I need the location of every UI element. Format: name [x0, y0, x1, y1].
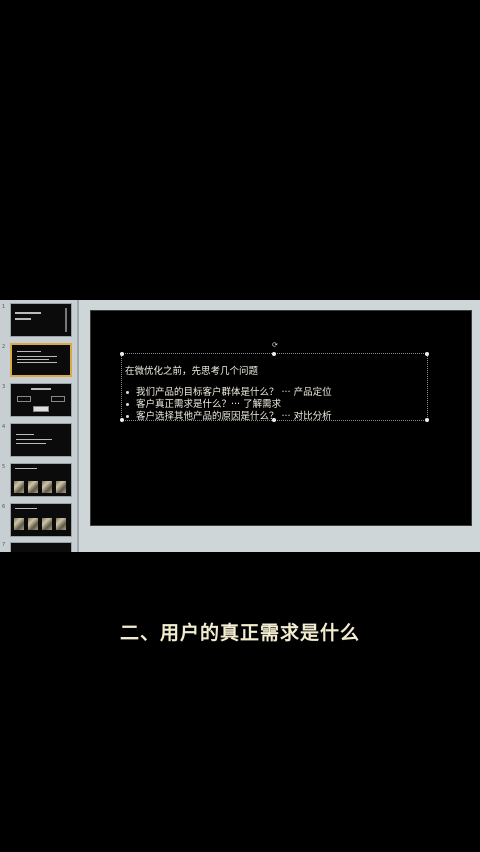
thumbnail-text-line: [15, 468, 37, 469]
thumbnail-image: [42, 518, 52, 530]
thumbnail-number: 1: [2, 304, 6, 310]
thumbnail-image: [28, 518, 38, 530]
thumbnail-image: [42, 481, 52, 493]
bullet-item[interactable]: 客户选择其他产品的原因是什么？ ··· 对比分析: [126, 408, 332, 422]
thumbnail-text-line: [15, 312, 41, 314]
presentation-editor: 1 2 3 4 5 6 7 ⟳ 在微优化之前，先思考几个问题 我们产品的目标客户…: [0, 300, 480, 552]
resize-handle[interactable]: [425, 418, 429, 422]
bullet-dot-icon: [126, 391, 129, 394]
thumbnail-text-line: [17, 359, 49, 360]
slide-thumbnail-5[interactable]: [10, 463, 72, 497]
thumbnail-number: 2: [2, 344, 6, 350]
resize-handle[interactable]: [425, 352, 429, 356]
rotate-handle-icon[interactable]: ⟳: [272, 341, 278, 349]
thumbnail-number: 6: [2, 504, 6, 510]
video-subtitle: 二、用户的真正需求是什么: [119, 622, 360, 644]
panel-divider[interactable]: [77, 300, 79, 552]
thumbnail-flow-box: [51, 396, 65, 402]
slide-thumbnail-4[interactable]: [10, 423, 72, 457]
thumbnail-number: 3: [2, 384, 6, 390]
thumbnail-text-line: [17, 356, 57, 357]
thumbnail-decoration: [65, 308, 67, 332]
slide-canvas[interactable]: ⟳ 在微优化之前，先思考几个问题 我们产品的目标客户群体是什么？ ··· 产品定…: [90, 310, 472, 526]
thumbnail-flow-box: [17, 396, 31, 402]
resize-handle[interactable]: [120, 418, 124, 422]
thumbnail-text-line: [15, 508, 37, 509]
thumbnail-flow-box: [33, 406, 49, 412]
slide-thumbnail-6[interactable]: [10, 503, 72, 537]
bullet-dot-icon: [126, 415, 129, 418]
thumbnail-text-line: [17, 351, 41, 352]
thumbnail-text-line: [15, 318, 31, 320]
thumbnail-number: 4: [2, 424, 6, 430]
thumbnail-image: [28, 481, 38, 493]
thumbnail-image: [56, 518, 66, 530]
slide-thumbnail-panel[interactable]: 1 2 3 4 5 6 7: [0, 300, 77, 552]
slide-thumbnail-7[interactable]: [10, 542, 72, 552]
thumbnail-text-line: [31, 388, 51, 390]
thumbnail-text-line: [16, 439, 52, 440]
thumbnail-text-line: [16, 434, 34, 435]
bullet-text: 客户选择其他产品的原因是什么？ ··· 对比分析: [136, 411, 332, 422]
thumbnail-number: 7: [2, 542, 6, 548]
slide-thumbnail-1[interactable]: [10, 303, 72, 337]
thumbnail-image: [56, 481, 66, 493]
slide-title[interactable]: 在微优化之前，先思考几个问题: [125, 363, 258, 377]
bullet-dot-icon: [126, 403, 129, 406]
resize-handle[interactable]: [272, 352, 276, 356]
slide-thumbnail-3[interactable]: [10, 383, 72, 417]
slide-thumbnail-2[interactable]: [10, 343, 72, 377]
thumbnail-text-line: [16, 443, 46, 444]
resize-handle[interactable]: [120, 352, 124, 356]
thumbnail-number: 5: [2, 464, 6, 470]
thumbnail-image: [14, 518, 24, 530]
thumbnail-image: [14, 481, 24, 493]
thumbnail-text-line: [17, 362, 57, 363]
